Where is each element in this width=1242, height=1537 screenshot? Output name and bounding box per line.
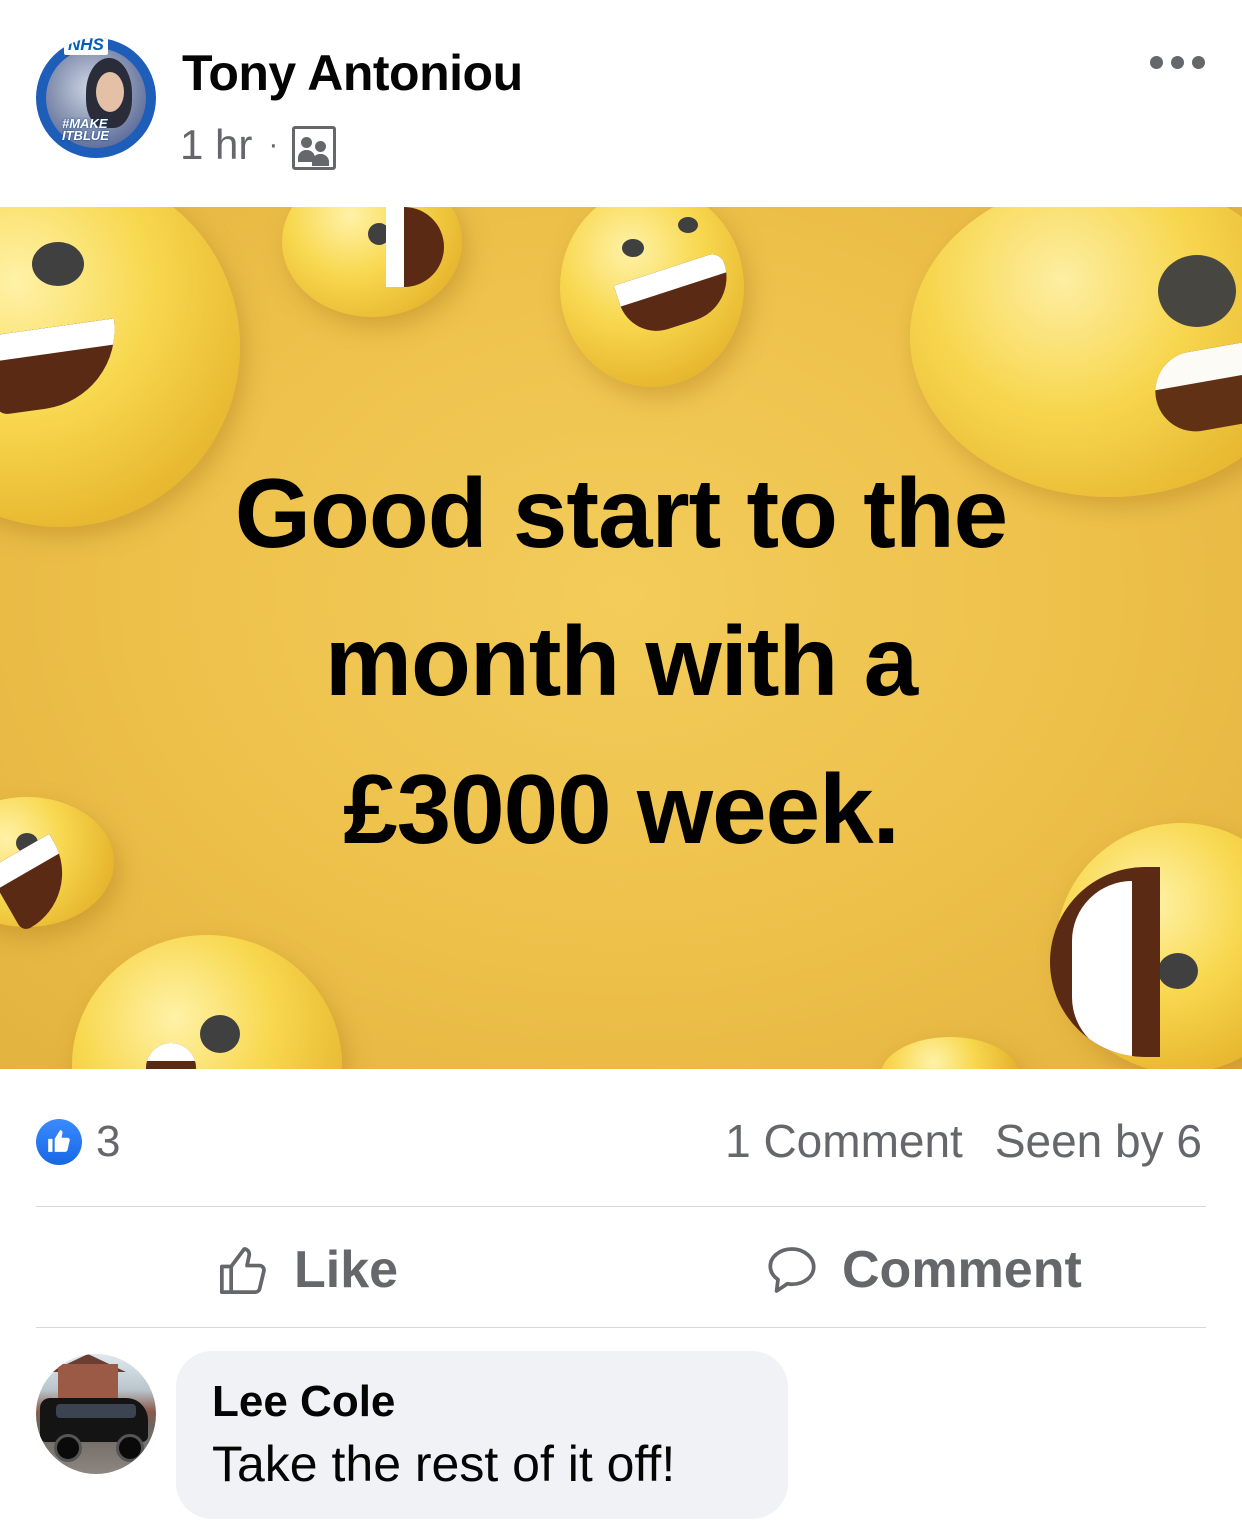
like-count: 3 (96, 1117, 121, 1166)
avatar-face (96, 72, 124, 112)
more-options-icon[interactable] (1150, 48, 1214, 76)
comment-bubble: Lee Cole Take the rest of it off! (176, 1351, 788, 1519)
comment-bubble-icon (768, 1247, 816, 1293)
thumbs-up-icon (219, 1247, 266, 1295)
commenter-name[interactable]: Lee Cole (212, 1377, 752, 1427)
commenter-avatar[interactable] (36, 1354, 156, 1474)
divider (36, 1327, 1206, 1328)
engagement-stats: 1 Comment Seen by 6 (725, 1114, 1202, 1168)
smiley-emoji-decoration (880, 1037, 1020, 1069)
meta-separator: · (268, 128, 279, 161)
caption-line-1: Good start to the (234, 458, 1008, 568)
reactions-summary[interactable]: 3 (36, 1117, 120, 1167)
post-meta: 1 hr · (180, 120, 337, 170)
author-avatar[interactable]: NHS #MAKE ITBLUE (36, 38, 156, 158)
like-button-label: Like (294, 1241, 399, 1299)
caption-line-2: month with a (324, 606, 918, 716)
comment-button-label: Comment (842, 1241, 1082, 1299)
smiley-emoji-decoration (72, 935, 342, 1069)
avatar-hashtag: #MAKE ITBLUE (62, 117, 109, 143)
post-timestamp[interactable]: 1 hr (180, 121, 252, 169)
like-reaction-icon (36, 1119, 82, 1165)
smiley-emoji-decoration (560, 207, 744, 387)
post-author-name[interactable]: Tony Antoniou (182, 44, 523, 102)
custom-audience-icon[interactable] (292, 126, 337, 170)
post-image-caption: Good start to the month with a £3000 wee… (0, 439, 1242, 883)
post-image[interactable]: Good start to the month with a £3000 wee… (0, 207, 1242, 1069)
avatar-hashtag-line2: ITBLUE (62, 128, 109, 143)
comment-button[interactable]: Comment (764, 1240, 1082, 1300)
smiley-emoji-decoration (282, 207, 462, 317)
like-button[interactable]: Like (216, 1240, 398, 1300)
avatar-nhs-badge: NHS (64, 38, 108, 55)
divider (36, 1206, 1206, 1207)
seen-by-link[interactable]: Seen by 6 (995, 1114, 1202, 1168)
comment-text: Take the rest of it off! (212, 1436, 676, 1492)
comment-count-link[interactable]: 1 Comment (725, 1114, 963, 1168)
caption-line-3: £3000 week. (343, 754, 900, 864)
